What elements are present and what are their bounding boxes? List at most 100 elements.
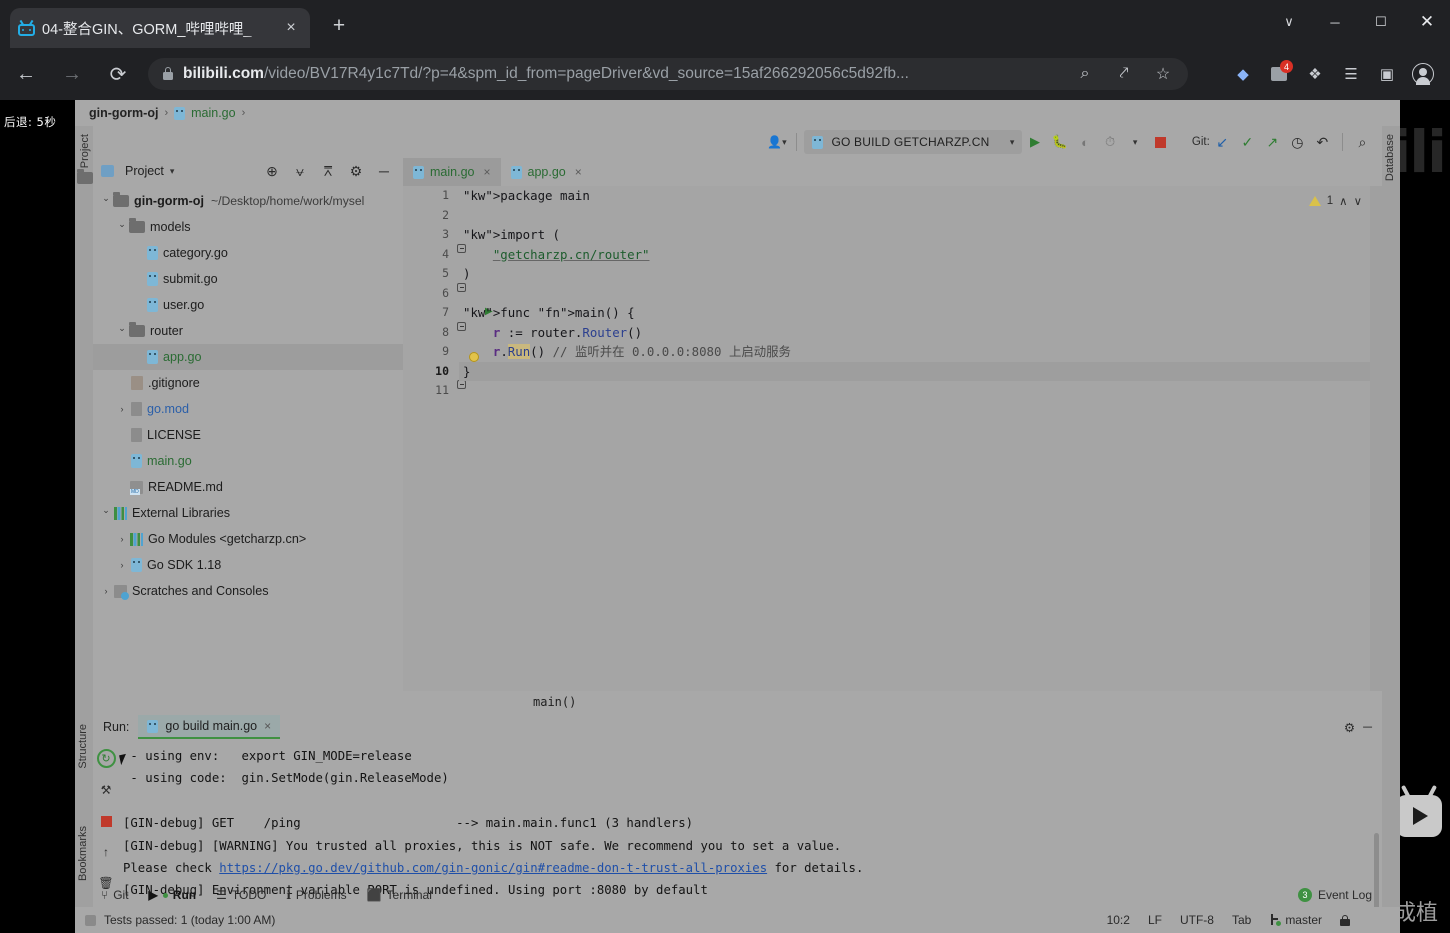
gear-icon[interactable]: ⚙: [1344, 720, 1355, 735]
search-icon[interactable]: ⌕: [1350, 129, 1375, 155]
chevron-right-icon[interactable]: [115, 534, 129, 544]
indent-setting[interactable]: Tab: [1232, 913, 1251, 927]
tree-item-go-mod[interactable]: go.mod: [93, 396, 403, 422]
back-button[interactable]: ←: [6, 54, 46, 94]
close-icon[interactable]: ×: [280, 17, 302, 39]
event-log-widget[interactable]: 3 Event Log: [1297, 888, 1382, 902]
chevron-right-icon[interactable]: [115, 404, 129, 414]
scroll-up-icon[interactable]: ↑: [97, 843, 115, 861]
stop-icon[interactable]: [97, 812, 115, 830]
tree-item-app-go[interactable]: app.go: [93, 344, 403, 370]
close-icon[interactable]: ×: [483, 165, 490, 179]
shield-icon[interactable]: ◆: [1226, 58, 1260, 90]
code-line-11[interactable]: [459, 381, 1382, 401]
rerun-icon[interactable]: ↻: [96, 749, 116, 768]
inspection-widget[interactable]: 1 ∧ ∨: [1308, 194, 1362, 208]
code-line-5[interactable]: ): [459, 264, 1382, 284]
code-line-9[interactable]: r.Run() // 监听并在 0.0.0.0:8080 上启动服务: [459, 342, 1382, 362]
browser-tab[interactable]: 04-整合GIN、GORM_哔哩哔哩_ ×: [10, 8, 310, 48]
caret-position[interactable]: 10:2: [1107, 913, 1130, 927]
code-line-6[interactable]: [459, 284, 1382, 304]
chevron-down-icon[interactable]: [115, 326, 129, 337]
tool-window-todo[interactable]: ☰ TODO: [216, 888, 266, 902]
git-update-icon[interactable]: ↙: [1210, 129, 1235, 155]
avatar[interactable]: [1406, 58, 1440, 90]
search-icon[interactable]: ⌕: [1070, 59, 1100, 89]
tool-window-git[interactable]: ⑂ Git: [101, 888, 129, 902]
line-separator[interactable]: LF: [1148, 913, 1162, 927]
close-icon[interactable]: ×: [264, 719, 271, 733]
code-lines[interactable]: "kw">package main "kw">import ( "getchar…: [459, 186, 1382, 691]
reload-button[interactable]: ⟳: [98, 54, 138, 94]
next-problem-icon[interactable]: ∨: [1354, 194, 1362, 208]
tool-window-bar[interactable]: ⑂ Git ▶ Run ☰ TODO ℹ Problems ⬛ Terminal 3 Event Lo…: [93, 883, 1382, 907]
close-icon[interactable]: ×: [575, 165, 582, 179]
translate-extension-icon[interactable]: 4: [1262, 58, 1296, 90]
bookmark-star-icon[interactable]: ☆: [1148, 59, 1178, 89]
project-panel-title[interactable]: Project: [125, 164, 164, 178]
profile-icon[interactable]: ⏱: [1098, 129, 1123, 155]
run-button[interactable]: ▶: [1022, 129, 1047, 155]
code-line-3[interactable]: "kw">import (: [459, 225, 1382, 245]
debug-icon[interactable]: 🐛: [1047, 129, 1072, 155]
run-tab[interactable]: go build main.go ×: [138, 715, 281, 739]
breadcrumb-project[interactable]: gin-gorm-oj: [89, 106, 158, 120]
close-window-icon[interactable]: ✕: [1404, 0, 1450, 44]
tree-item-license[interactable]: LICENSE: [93, 422, 403, 448]
tree-item-go-sdk-1-18[interactable]: Go SDK 1.18: [93, 552, 403, 578]
tree-item-category-go[interactable]: category.go: [93, 240, 403, 266]
git-branch-widget[interactable]: master: [1269, 913, 1322, 927]
code-line-2[interactable]: [459, 206, 1382, 226]
collapse-all-icon[interactable]: ⩞: [315, 158, 341, 184]
editor-scrollbar[interactable]: [1370, 186, 1382, 691]
user-menu-icon[interactable]: 👤 ▾: [764, 129, 789, 155]
tree-item-external-libraries[interactable]: External Libraries: [93, 500, 403, 526]
code-line-1[interactable]: "kw">package main: [459, 186, 1382, 206]
sidebar-item-database[interactable]: Database: [1384, 134, 1396, 181]
git-history-icon[interactable]: ◷: [1285, 129, 1310, 155]
gear-icon[interactable]: ⚙: [343, 158, 369, 184]
editor-tab-app-go[interactable]: app.go ×: [501, 158, 592, 186]
chevron-down-icon[interactable]: [115, 222, 129, 233]
hide-panel-icon[interactable]: ─: [1363, 720, 1372, 735]
share-icon[interactable]: ⤤: [1109, 59, 1139, 89]
chevron-right-icon[interactable]: [115, 560, 129, 570]
wrench-icon[interactable]: ⚒: [97, 781, 115, 799]
file-encoding[interactable]: UTF-8: [1180, 913, 1214, 927]
reading-list-icon[interactable]: ☰: [1334, 58, 1368, 90]
tree-item-scratches-and-consoles[interactable]: Scratches and Consoles: [93, 578, 403, 604]
tool-window-terminal[interactable]: ⬛ Terminal: [367, 888, 432, 902]
breadcrumb-file[interactable]: main.go: [191, 106, 235, 120]
code-line-7[interactable]: "kw">func "fn">main() {: [459, 303, 1382, 323]
code-line-10[interactable]: }: [459, 361, 1382, 381]
expand-all-icon[interactable]: ⩝: [287, 158, 313, 184]
tree-item-readme-md[interactable]: README.md: [93, 474, 403, 500]
git-push-icon[interactable]: ↗: [1260, 129, 1285, 155]
project-tree[interactable]: gin-gorm-oj ~/Desktop/home/work/mysel mode…: [93, 184, 403, 700]
tree-item-user-go[interactable]: user.go: [93, 292, 403, 318]
maximize-icon[interactable]: ☐: [1358, 0, 1404, 44]
sidebar-item-project[interactable]: Project: [79, 134, 91, 168]
hide-panel-icon[interactable]: ─: [371, 158, 397, 184]
chevron-down-icon[interactable]: [99, 508, 113, 519]
git-commit-icon[interactable]: ✓: [1235, 129, 1260, 155]
code-line-4[interactable]: "getcharzp.cn/router": [459, 245, 1382, 265]
stop-button[interactable]: [1148, 129, 1173, 155]
run-with-coverage-icon[interactable]: ◐: [1073, 129, 1098, 155]
editor-tab-strip[interactable]: main.go × app.go ×: [403, 158, 1382, 186]
video-player-stage[interactable]: 后退: 5秒 bili CSDN @待木成植 gin-gorm-oj › mai…: [0, 100, 1450, 933]
new-tab-button[interactable]: +: [326, 14, 352, 40]
git-rollback-icon[interactable]: ↶: [1310, 129, 1335, 155]
forward-button[interactable]: →: [52, 54, 92, 94]
run-configuration-selector[interactable]: GO BUILD GETCHARZP.CN ▾: [804, 130, 1023, 154]
sidebar-item-structure[interactable]: Structure: [77, 724, 89, 769]
tree-item-submit-go[interactable]: submit.go: [93, 266, 403, 292]
editor-tab-main-go[interactable]: main.go ×: [403, 158, 501, 186]
locate-file-icon[interactable]: ⊕: [259, 158, 285, 184]
tree-item-models[interactable]: models: [93, 214, 403, 240]
puzzle-extensions-icon[interactable]: ❖: [1298, 58, 1332, 90]
console-link[interactable]: https://pkg.go.dev/github.com/gin-gonic/…: [219, 861, 767, 875]
tree-item-router[interactable]: router: [93, 318, 403, 344]
code-line-8[interactable]: r := router.Router(): [459, 323, 1382, 343]
minimize-icon[interactable]: ─: [1312, 0, 1358, 44]
